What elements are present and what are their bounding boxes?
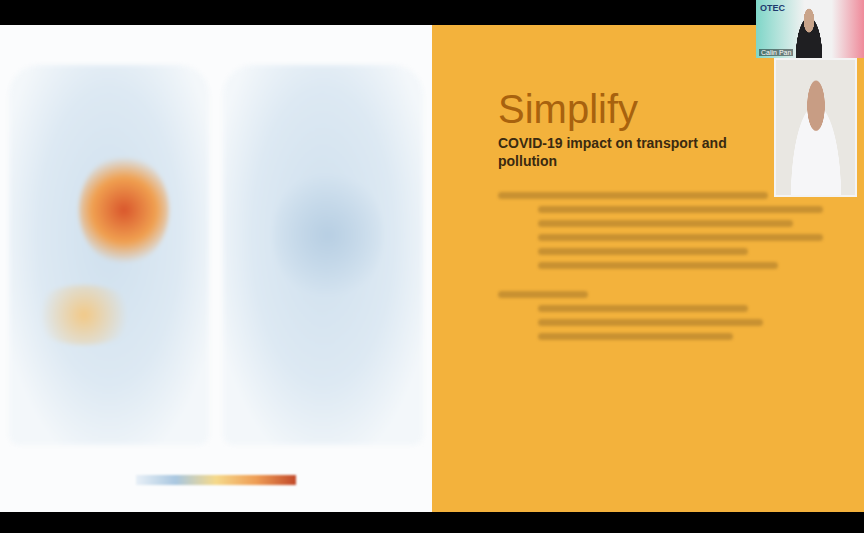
top-bar [0, 0, 864, 25]
bottom-bar [0, 512, 864, 533]
speaker-label: Calin Pan [759, 49, 793, 56]
blurred-paragraph [498, 291, 798, 340]
host-video-frame [792, 6, 826, 58]
guest-video-frame [784, 80, 848, 197]
pollution-map-after [223, 65, 423, 445]
hotspot [79, 155, 169, 265]
cool-area [273, 165, 383, 305]
color-legend [136, 475, 296, 485]
host-video-tile[interactable]: OTEC Calin Pan [756, 0, 864, 58]
map-pair [9, 65, 423, 445]
warm-area [29, 285, 139, 345]
meeting-screen: SimplifyCOVID-19 impact on transport and… [0, 0, 864, 533]
slide-subtitle: COVID-19 impact on transport and polluti… [498, 135, 748, 170]
blurred-paragraph [498, 192, 798, 269]
map-panel [0, 25, 432, 512]
pollution-map-before [9, 65, 209, 445]
guest-video-tile[interactable] [774, 58, 857, 197]
shared-slide: SimplifyCOVID-19 impact on transport and… [0, 25, 864, 512]
event-logo: OTEC [760, 3, 785, 13]
